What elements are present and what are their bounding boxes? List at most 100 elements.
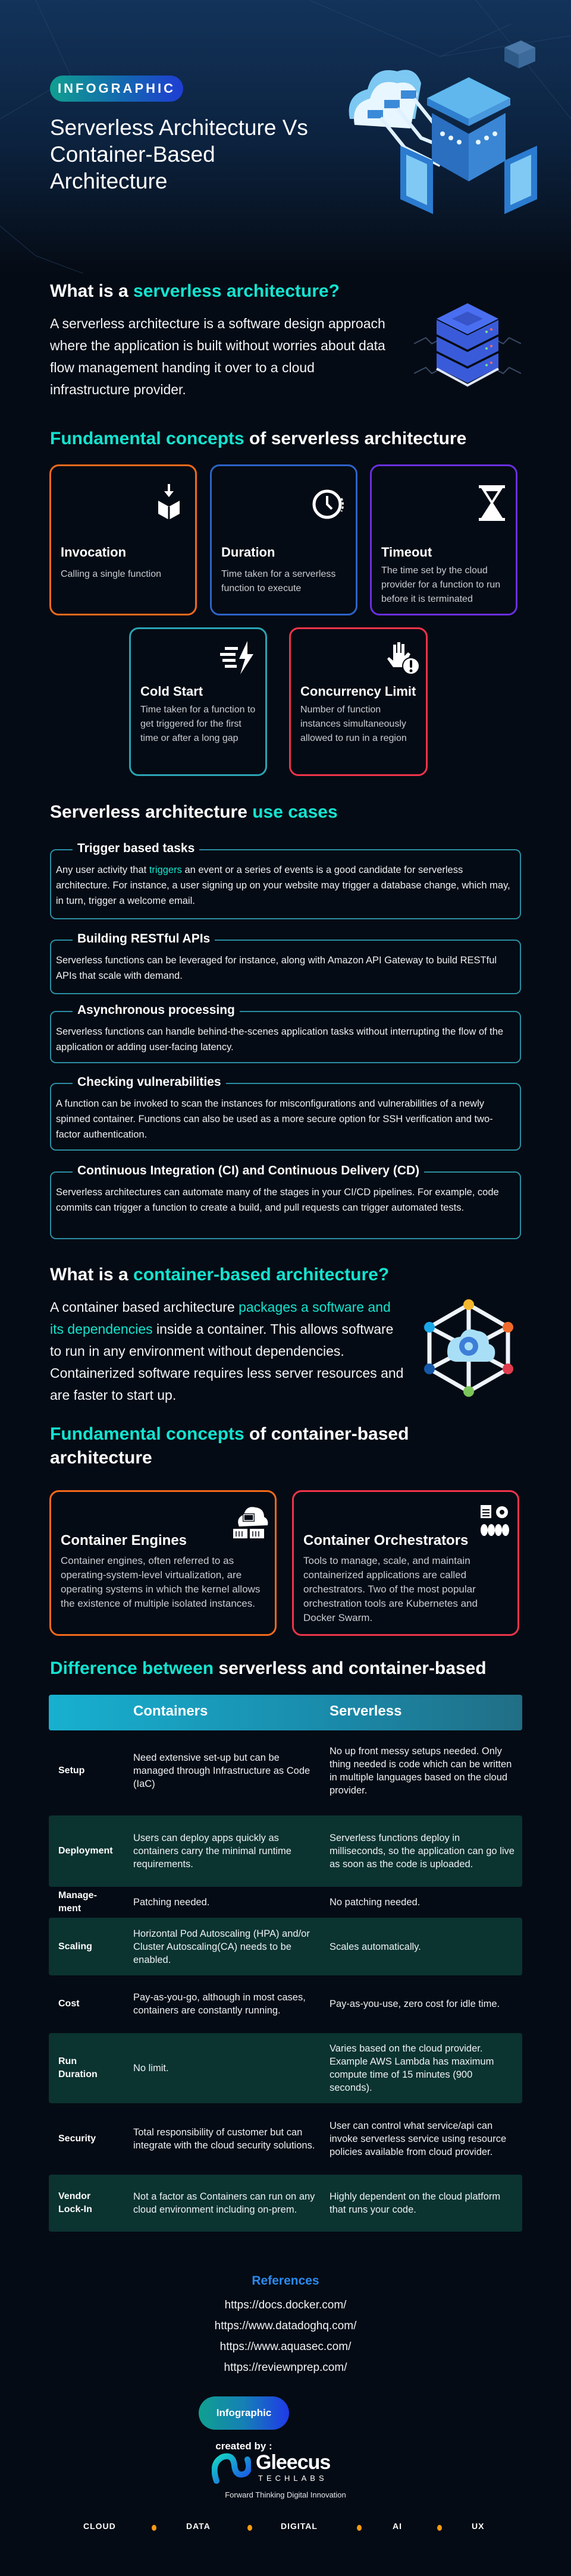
use-case-card: Trigger based tasks Any user activity th… bbox=[50, 840, 521, 919]
clock-icon bbox=[312, 489, 344, 519]
row-containers: Horizontal Pod Autoscaling (HPA) and/or … bbox=[133, 1928, 310, 1965]
difference-heading: Difference between serverless and contai… bbox=[50, 1657, 487, 1680]
table-row: Deployment Users can deploy apps quickly… bbox=[49, 1815, 522, 1887]
reference-link[interactable]: https://www.datadoghq.com/ bbox=[0, 2320, 571, 2333]
hero-section: INFOGRAPHIC Serverless Architecture Vs C… bbox=[0, 0, 571, 274]
footer-nav-item: CLOUD bbox=[83, 2521, 116, 2531]
table-row: Cost Pay-as-you-go, although in most cas… bbox=[49, 1975, 522, 2032]
hand-stop-icon bbox=[387, 642, 420, 675]
serverless-description: A serverless architecture is a software … bbox=[50, 316, 385, 397]
use-case-description: Serverless functions can handle behind-t… bbox=[56, 1026, 504, 1053]
use-case-text: Any user activity that bbox=[56, 865, 149, 875]
row-aspect: Vendor Lock-In bbox=[58, 2191, 92, 2214]
concept-title: Container Orchestrators bbox=[303, 1532, 469, 1548]
use-cases-heading-prefix: Serverless architecture bbox=[50, 802, 253, 822]
bullet-icon bbox=[357, 2525, 362, 2531]
invocation-icon bbox=[158, 484, 180, 520]
brand-name: Gleecus bbox=[256, 2451, 331, 2474]
row-containers: Pay-as-you-go, although in most cases, c… bbox=[133, 1992, 306, 2016]
row-aspect: Deployment bbox=[58, 1846, 113, 1856]
row-aspect: Run Duration bbox=[58, 2056, 98, 2079]
page-title: Serverless Architecture Vs Container-Bas… bbox=[50, 115, 308, 193]
concept-card-container-engines: Container Engines Container engines, oft… bbox=[49, 1490, 277, 1636]
footer-nav-item: UX bbox=[472, 2521, 485, 2531]
table-row: Manage-ment Patching needed. No patching… bbox=[49, 1887, 522, 1918]
concept-title: Timeout bbox=[381, 545, 432, 560]
row-serverless: Pay-as-you-use, zero cost for idle time. bbox=[330, 1999, 500, 2009]
column-header-serverless: Serverless bbox=[330, 1703, 402, 1719]
row-aspect: Security bbox=[58, 2134, 96, 2144]
concept-title: Duration bbox=[221, 545, 275, 560]
references-title: References bbox=[252, 2274, 319, 2288]
footer-nav-item: DIGITAL bbox=[281, 2521, 318, 2531]
concept-card-concurrency-limit: Concurrency Limit Number of function ins… bbox=[289, 627, 428, 776]
row-containers: Total responsibility of customer but can… bbox=[133, 2127, 315, 2151]
concept-title: Concurrency Limit bbox=[300, 684, 416, 699]
concept-description: Time taken for a function to get trigger… bbox=[140, 705, 256, 743]
reference-link[interactable]: https://reviewnprep.com/ bbox=[0, 2361, 571, 2374]
brand-tagline: Forward Thinking Digital Innovation bbox=[225, 2490, 346, 2499]
row-containers: Need extensive set-up but can be managed… bbox=[133, 1752, 310, 1789]
gleecus-logo-icon bbox=[212, 2453, 251, 2484]
reference-link[interactable]: https://www.aquasec.com/ bbox=[0, 2341, 571, 2354]
row-aspect: Scaling bbox=[58, 1941, 92, 1952]
serverless-concepts-heading-accent: Fundamental concepts bbox=[50, 429, 244, 448]
serverless-heading-prefix: What is a bbox=[50, 281, 134, 301]
container-network-icon bbox=[424, 1299, 513, 1397]
concept-description: Number of function instances simultaneou… bbox=[300, 705, 407, 743]
footer-nav-item: AI bbox=[393, 2521, 402, 2531]
hourglass-icon bbox=[479, 485, 505, 521]
table-row: Scaling Horizontal Pod Autoscaling (HPA)… bbox=[49, 1918, 522, 1975]
row-aspect: Manage-ment bbox=[58, 1890, 97, 1914]
use-case-title: Asynchronous processing bbox=[73, 1001, 240, 1019]
row-containers: No limit. bbox=[133, 2063, 169, 2074]
use-case-description: Any user activity that triggers an event… bbox=[56, 862, 515, 909]
difference-heading-rest: serverless and container-based bbox=[214, 1658, 487, 1678]
concept-description: The time set by the cloud provider for a… bbox=[381, 566, 501, 604]
server-cloud-illustration-icon bbox=[349, 40, 537, 214]
concept-card-container-orchestrators: Container Orchestrators Tools to manage,… bbox=[292, 1490, 519, 1636]
table-row: Vendor Lock-In Not a factor as Container… bbox=[49, 2175, 522, 2232]
concept-description: Container engines, often referred to as … bbox=[61, 1555, 261, 1609]
server-stack-icon bbox=[414, 303, 521, 387]
row-serverless: User can control what service/api can in… bbox=[330, 2121, 507, 2157]
use-case-text-accent: triggers bbox=[149, 865, 182, 875]
row-aspect: Cost bbox=[58, 1999, 80, 2009]
row-serverless: No up front messy setups needed. Only th… bbox=[330, 1746, 512, 1796]
cloud-code-containers-icon bbox=[233, 1507, 268, 1538]
difference-heading-accent: Difference between bbox=[50, 1658, 214, 1678]
row-serverless: Scales automatically. bbox=[330, 1941, 421, 1952]
brand-sub: TECHLABS bbox=[258, 2474, 328, 2483]
container-concepts-heading-accent: Fundamental concepts bbox=[50, 1424, 244, 1444]
use-case-description: A function can be invoked to scan the in… bbox=[56, 1098, 493, 1140]
use-case-title: Building RESTful APIs bbox=[73, 930, 215, 948]
use-case-description: Serverless functions can be leveraged fo… bbox=[56, 955, 497, 981]
created-by-badge: Infographic created by : bbox=[199, 2396, 289, 2452]
concept-card-cold-start: Cold Start Time taken for a function to … bbox=[129, 627, 267, 776]
use-cases-heading-accent: use cases bbox=[252, 802, 338, 822]
concept-title: Invocation bbox=[61, 545, 127, 560]
use-cases-heading: Serverless architecture use cases bbox=[50, 800, 338, 824]
container-concepts-heading: Fundamental concepts of container-based … bbox=[50, 1422, 478, 1470]
use-case-card: Continuous Integration (CI) and Continuo… bbox=[50, 1162, 521, 1239]
serverless-heading-accent: serverless architecture? bbox=[133, 281, 340, 301]
gleecus-logo: Gleecus TECHLABS bbox=[212, 2451, 360, 2487]
reference-link[interactable]: https://docs.docker.com/ bbox=[0, 2299, 571, 2312]
concept-card-duration: Duration Time taken for a serverless fun… bbox=[210, 464, 357, 615]
container-description: A container based architecture packages … bbox=[50, 1296, 407, 1406]
serverless-heading: What is a serverless architecture? bbox=[50, 279, 340, 303]
use-case-description: Serverless architectures can automate ma… bbox=[56, 1187, 499, 1213]
concept-title: Cold Start bbox=[140, 684, 203, 699]
table-row: Setup Need extensive set-up but can be m… bbox=[49, 1735, 522, 1807]
concept-description: Calling a single function bbox=[61, 569, 161, 579]
infographic-badge: INFOGRAPHIC bbox=[50, 76, 183, 102]
bullet-icon bbox=[152, 2525, 156, 2531]
container-heading-accent: container-based architecture? bbox=[133, 1265, 390, 1284]
use-case-title: Continuous Integration (CI) and Continuo… bbox=[73, 1162, 425, 1180]
row-serverless: Serverless functions deploy in milliseco… bbox=[330, 1833, 514, 1870]
document-gear-icon bbox=[481, 1505, 509, 1536]
bullet-icon bbox=[247, 2525, 252, 2531]
use-case-card: Asynchronous processing Serverless funct… bbox=[50, 1001, 521, 1063]
row-containers: Not a factor as Containers can run on an… bbox=[133, 2191, 315, 2215]
concept-title: Container Engines bbox=[61, 1532, 187, 1548]
